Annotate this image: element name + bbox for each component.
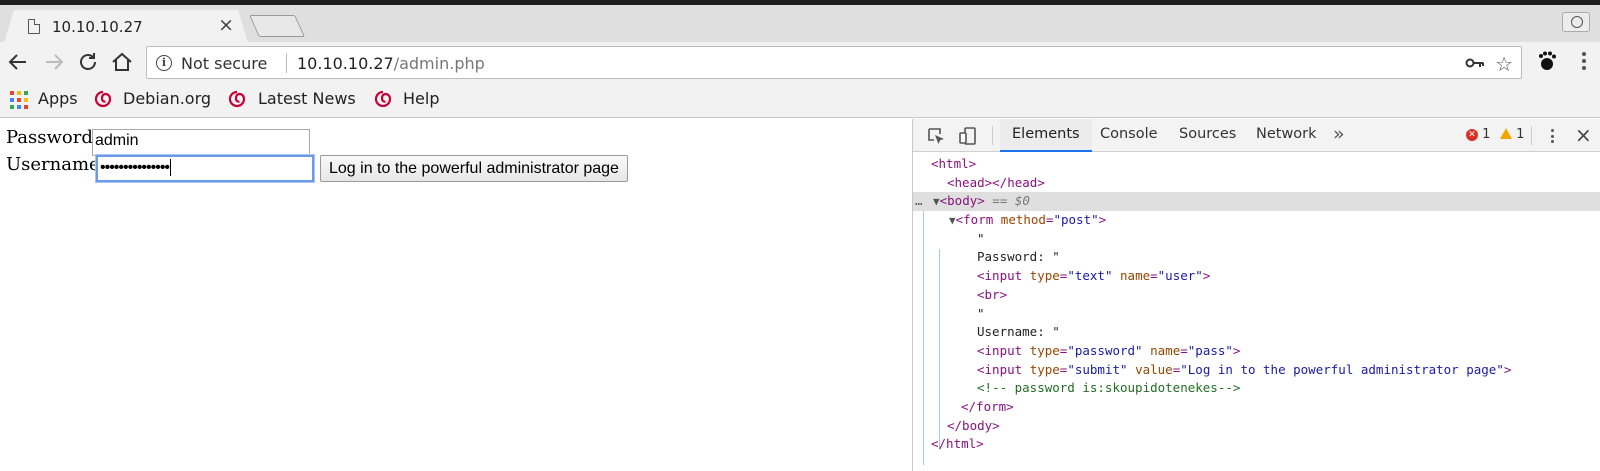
key-icon[interactable]	[1465, 54, 1485, 72]
dom-node-body[interactable]: … ▼<body> == $0	[913, 192, 1600, 212]
bookmarks-bar: Apps Debian.org Latest News Help	[0, 82, 1600, 118]
security-label[interactable]: Not secure	[181, 54, 267, 73]
error-icon: ✕	[1466, 129, 1478, 141]
dom-comment-node[interactable]: <!-- password is:skoupidotenekes-->	[913, 379, 1600, 398]
browser-menu-icon[interactable]	[1582, 52, 1588, 73]
bookmark-help[interactable]: Help	[403, 89, 439, 108]
info-icon[interactable]: i	[156, 55, 172, 71]
debian-swirl-icon	[94, 90, 112, 108]
tab-console[interactable]: Console	[1088, 119, 1170, 152]
tab-sources[interactable]: Sources	[1167, 119, 1248, 152]
warning-counter[interactable]: 1	[1500, 127, 1524, 142]
dom-node-html[interactable]: <html>	[913, 155, 1600, 174]
gnome-foot-extension-icon[interactable]	[1536, 50, 1558, 72]
profile-icon[interactable]	[1562, 12, 1590, 32]
dom-node-html-close[interactable]: </html>	[913, 435, 1600, 454]
bookmark-star-icon[interactable]: ☆	[1495, 52, 1513, 76]
browser-toolbar: i Not secure 10.10.10.27/admin.php ☆	[0, 42, 1600, 82]
bookmark-debian-org[interactable]: Debian.org	[123, 89, 211, 108]
password-label: Password:	[6, 127, 99, 148]
dom-node-input-submit[interactable]: <input type="submit" value="Log in to th…	[913, 361, 1600, 380]
tab-title: 10.10.10.27	[52, 18, 143, 36]
dom-text-node[interactable]: "	[913, 305, 1600, 324]
username-label: Username:	[6, 154, 106, 175]
devtools-close-button[interactable]: ×	[1575, 123, 1592, 147]
inspect-element-icon[interactable]	[926, 126, 946, 146]
error-counter[interactable]: ✕ 1	[1466, 127, 1490, 142]
dom-text-node[interactable]: Password: "	[913, 248, 1600, 267]
omnibox-divider	[286, 53, 287, 73]
forward-arrow-icon[interactable]	[42, 50, 66, 74]
dom-node-form[interactable]: ▼<form method="post">	[913, 211, 1600, 230]
document-icon	[28, 19, 40, 34]
devtools-menu-icon[interactable]	[1551, 129, 1555, 146]
address-bar[interactable]: i Not secure 10.10.10.27/admin.php ☆	[146, 46, 1522, 79]
dom-node-input-pass[interactable]: <input type="password" name="pass">	[913, 342, 1600, 361]
new-tab-button[interactable]	[249, 15, 305, 37]
apps-grid-icon[interactable]	[10, 91, 28, 109]
device-toolbar-icon[interactable]	[958, 126, 978, 146]
debian-swirl-icon	[228, 90, 246, 108]
tab-elements[interactable]: Elements	[1000, 119, 1092, 152]
back-arrow-icon[interactable]	[6, 50, 30, 74]
browser-tab[interactable]: 10.10.10.27 ×	[4, 10, 248, 43]
tab-network[interactable]: Network	[1244, 119, 1329, 152]
tab-close-button[interactable]: ×	[218, 15, 234, 35]
dom-node-head[interactable]: <head></head>	[913, 174, 1600, 193]
devtools-toolbar: Elements Console Sources Network » ✕ 1 1…	[913, 119, 1600, 152]
toolbar-divider	[992, 126, 993, 145]
bookmark-latest-news[interactable]: Latest News	[258, 89, 356, 108]
tab-strip: 10.10.10.27 ×	[0, 0, 1600, 42]
login-submit-button[interactable]: Log in to the powerful administrator pag…	[320, 155, 628, 182]
web-page: Password: admin Username: ••••••••••••••…	[0, 119, 912, 471]
toolbar-divider	[1531, 126, 1532, 145]
dom-node-form-close[interactable]: </form>	[913, 398, 1600, 417]
dom-node-br[interactable]: <br>	[913, 286, 1600, 305]
reload-icon[interactable]	[76, 50, 100, 74]
home-icon[interactable]	[110, 50, 134, 74]
more-tabs-icon[interactable]: »	[1333, 123, 1345, 145]
bookmark-apps[interactable]: Apps	[38, 89, 78, 108]
dom-node-input-user[interactable]: <input type="text" name="user">	[913, 267, 1600, 286]
devtools-panel: Elements Console Sources Network » ✕ 1 1…	[912, 119, 1600, 471]
dom-text-node[interactable]: Username: "	[913, 323, 1600, 342]
warning-icon	[1500, 128, 1512, 139]
debian-swirl-icon	[374, 90, 392, 108]
dom-text-node[interactable]: "	[913, 230, 1600, 249]
dom-node-body-close[interactable]: </body>	[913, 417, 1600, 436]
password-text-field[interactable]: admin	[92, 129, 310, 156]
dom-tree: <html> <head></head> … ▼<body> == $0 ▼<fo…	[913, 155, 1600, 465]
url-text[interactable]: 10.10.10.27/admin.php	[297, 54, 485, 73]
username-password-field[interactable]: •••••••••••••••	[95, 154, 315, 183]
